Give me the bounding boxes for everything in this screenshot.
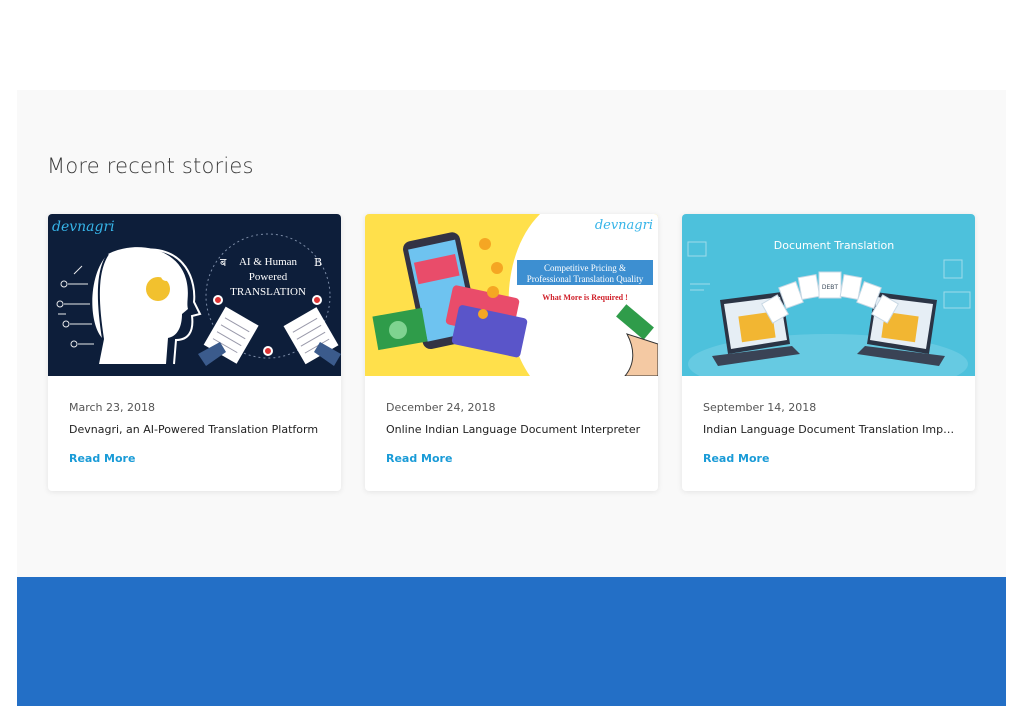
story-title[interactable]: Online Indian Language Document Interpre… <box>386 423 641 436</box>
recent-stories-section: More recent stories devnagri ब B AI & Hu… <box>17 90 1006 577</box>
svg-text:TRANSLATION: TRANSLATION <box>230 286 306 298</box>
svg-text:Competitive Pricing &: Competitive Pricing & <box>544 263 626 273</box>
story-date: December 24, 2018 <box>386 401 496 414</box>
story-card-2[interactable]: devnagri Competitive Pricing & Professio… <box>365 214 658 491</box>
brand-logo: devnagri <box>595 218 653 233</box>
brand-logo: devnagri <box>52 219 115 235</box>
svg-text:Professional Translation Quali: Professional Translation Quality <box>527 274 644 284</box>
svg-text:DEBT: DEBT <box>822 284 839 291</box>
svg-text:ब: ब <box>220 256 227 269</box>
story-image-ai-translation[interactable]: devnagri ब B AI & Human Powered TRANSLAT… <box>48 214 341 376</box>
svg-text:What More is Required !: What More is Required ! <box>542 293 627 302</box>
story-title[interactable]: Devnagri, an AI-Powered Translation Plat… <box>69 423 324 436</box>
story-date: March 23, 2018 <box>69 401 156 414</box>
document-translation-illustration: Document Translation DEBT <box>682 214 975 376</box>
story-card-3[interactable]: Document Translation DEBT September 14, … <box>682 214 975 491</box>
story-date: September 14, 2018 <box>703 401 817 414</box>
pricing-illustration: devnagri Competitive Pricing & Professio… <box>365 214 658 376</box>
read-more-link[interactable]: Read More <box>69 452 135 465</box>
story-image-document-translation[interactable]: Document Translation DEBT <box>682 214 975 376</box>
section-title: More recent stories <box>47 154 254 178</box>
story-card-1[interactable]: devnagri ब B AI & Human Powered TRANSLAT… <box>48 214 341 491</box>
svg-text:Powered: Powered <box>249 271 288 283</box>
read-more-link[interactable]: Read More <box>703 452 769 465</box>
read-more-link[interactable]: Read More <box>386 452 452 465</box>
footer-band <box>17 577 1006 706</box>
svg-text:AI & Human: AI & Human <box>239 256 298 268</box>
svg-text:B: B <box>314 256 322 269</box>
svg-text:Document Translation: Document Translation <box>774 239 894 252</box>
story-image-pricing[interactable]: devnagri Competitive Pricing & Professio… <box>365 214 658 376</box>
ai-translation-illustration: devnagri ब B AI & Human Powered TRANSLAT… <box>48 214 341 376</box>
story-title[interactable]: Indian Language Document Translation Imp… <box>703 423 958 436</box>
